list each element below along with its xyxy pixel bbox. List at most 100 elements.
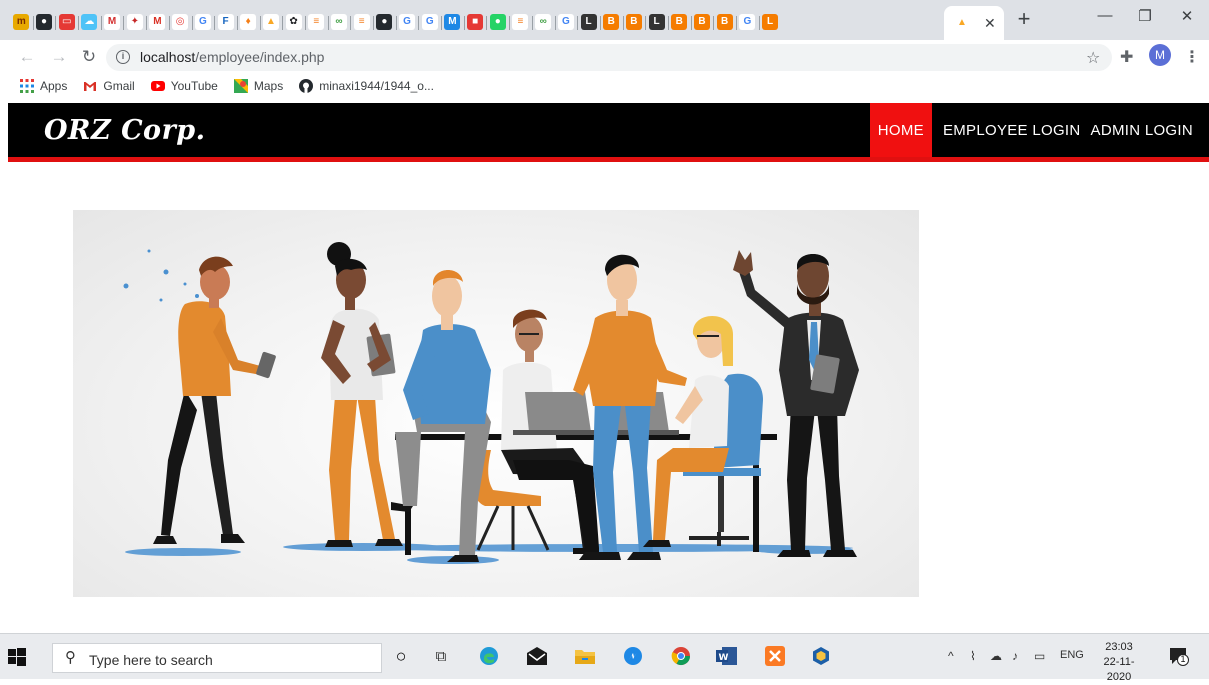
volume-icon[interactable]: ♪ (1012, 649, 1018, 663)
profile-avatar[interactable]: M (1149, 44, 1171, 66)
address-url: localhost/employee/index.php (140, 49, 324, 65)
leetcode-icon: L (580, 14, 597, 30)
pinned-tab[interactable]: ♦ (236, 10, 260, 34)
person-walking-with-tablet (153, 256, 276, 544)
chrome-icon[interactable] (670, 645, 692, 667)
mail-icon: M (444, 14, 461, 30)
pinned-tab[interactable]: B (667, 10, 691, 34)
pinned-tab[interactable]: M (100, 10, 124, 34)
extensions-icon[interactable]: ✚ (1120, 47, 1133, 67)
pinned-tab[interactable]: ■ (463, 10, 487, 34)
bird-icon: ✦ (126, 14, 143, 30)
edge-icon[interactable] (478, 645, 500, 667)
onedrive-icon[interactable]: ☁ (990, 649, 1002, 663)
tray-chevron-icon[interactable]: ^ (948, 649, 954, 663)
pinned-tab[interactable]: ≡ (350, 10, 373, 34)
pinned-tab[interactable]: G (554, 10, 578, 34)
leetcode-orange-icon: L (762, 14, 779, 30)
file-explorer-icon[interactable] (574, 645, 596, 667)
pinned-tab[interactable]: B (690, 10, 714, 34)
pinned-tab[interactable]: ≡ (509, 10, 532, 34)
bookmark-apps[interactable]: Apps (20, 79, 67, 93)
taskbar-clock[interactable]: 23:03 22-11-2020 (1095, 640, 1143, 685)
site-brand[interactable]: ORZ Corp. (44, 115, 206, 146)
pinned-tab[interactable]: ◎ (168, 10, 192, 34)
whatsapp-icon: ● (489, 14, 506, 30)
pinned-tab[interactable]: G (418, 10, 441, 34)
pinned-tab[interactable]: ✿ (282, 10, 305, 34)
browser-toolbar: ← → ↻ i localhost/employee/index.php ☆ ✚… (0, 40, 1209, 74)
back-button[interactable]: ← (16, 46, 38, 68)
pinned-tab[interactable]: F (214, 10, 237, 34)
notification-icon (1170, 648, 1189, 666)
restore-button[interactable]: ❐ (1130, 7, 1160, 25)
pinned-tab[interactable]: ● (32, 10, 56, 34)
pinned-tab[interactable]: ∞ (531, 10, 555, 34)
stack-icon: ≡ (308, 14, 325, 30)
wifi-icon[interactable]: ⌇ (970, 649, 976, 663)
pinned-tab[interactable]: ☁ (78, 10, 101, 34)
nav-home[interactable]: HOME (869, 103, 932, 157)
pinned-tab[interactable]: ∞ (327, 10, 351, 34)
windows-start-icon[interactable] (8, 648, 26, 666)
pinned-tab[interactable]: L (577, 10, 600, 34)
mail-icon[interactable] (526, 645, 548, 667)
pinned-tab[interactable]: ● (373, 10, 396, 34)
google-icon: G (399, 14, 416, 30)
pinned-tab[interactable]: G (736, 10, 759, 34)
reload-button[interactable]: ↻ (78, 46, 100, 68)
messenger-icon[interactable] (622, 645, 644, 667)
new-tab-button[interactable]: + (1012, 8, 1036, 32)
action-center-button[interactable]: 1 (1168, 645, 1190, 667)
forward-button[interactable]: → (48, 46, 70, 68)
word-icon[interactable]: W (716, 645, 738, 667)
plug-icon: ♦ (240, 14, 257, 30)
person-woman-with-folder (321, 242, 403, 547)
language-indicator[interactable]: ENG (1060, 649, 1084, 661)
bookmark-maps[interactable]: Maps (233, 79, 283, 93)
bookmark-label: YouTube (170, 79, 218, 93)
bookmark-label: Apps (40, 79, 68, 93)
nav-admin-login[interactable]: ADMIN LOGIN (1086, 103, 1209, 157)
stack-icon: ≡ (512, 14, 529, 30)
info-icon[interactable]: i (116, 50, 130, 64)
cortana-icon[interactable]: ○ (390, 645, 412, 667)
task-view-icon[interactable]: ⧉ (430, 645, 452, 667)
bookmark-star-icon[interactable]: ☆ (1086, 48, 1100, 68)
pinned-tab[interactable]: B (622, 10, 646, 34)
pinned-tab[interactable]: ≡ (304, 10, 328, 34)
pinned-tab[interactable]: ✦ (123, 10, 146, 34)
pinned-tab[interactable]: M (441, 10, 464, 34)
close-window-button[interactable]: ✕ (1172, 7, 1202, 25)
site-nav-links: HOME EMPLOYEE LOGIN ADMIN LOGIN (869, 103, 1209, 157)
notification-count: 1 (1180, 654, 1186, 664)
active-tab[interactable]: ▲ ✕ (944, 6, 1004, 40)
pinned-tab[interactable]: B (599, 10, 623, 34)
sparkle-dots (123, 249, 199, 302)
pinned-tab[interactable]: M (146, 10, 169, 34)
battery-icon[interactable]: ▭ (1034, 649, 1045, 663)
pinned-tab[interactable]: G (395, 10, 419, 34)
pinned-tab[interactable]: m (10, 10, 33, 34)
url-host: localhost (140, 49, 196, 65)
apps-grid-icon (20, 79, 34, 93)
bookmark-gmail[interactable]: Gmail (83, 79, 135, 93)
pinned-tab[interactable]: L (758, 10, 782, 34)
pinned-tab[interactable]: ▲ (259, 10, 283, 34)
bookmark-youtube[interactable]: YouTube (150, 79, 218, 93)
pinned-tab[interactable]: L (645, 10, 668, 34)
xampp-icon[interactable] (764, 645, 786, 667)
bookmark-github-repo[interactable]: minaxi1944/1944_o... (299, 79, 434, 93)
pinned-tab[interactable]: B (713, 10, 736, 34)
nav-employee-login[interactable]: EMPLOYEE LOGIN (938, 103, 1086, 157)
virtualbox-icon[interactable] (810, 645, 832, 667)
pinned-tab[interactable]: G (191, 10, 215, 34)
tab-close-icon[interactable]: ✕ (984, 15, 996, 32)
pinned-tab[interactable]: ▭ (55, 10, 78, 34)
taskbar-search-box[interactable]: ⚲ Type here to search (52, 643, 382, 673)
clock-date: 22-11-2020 (1103, 656, 1135, 683)
pinned-tab[interactable]: ● (486, 10, 509, 34)
address-bar[interactable]: i localhost/employee/index.php ☆ (106, 44, 1112, 71)
menu-kebab-icon[interactable]: ⋮ (1184, 47, 1200, 67)
minimize-button[interactable]: — (1090, 7, 1120, 24)
